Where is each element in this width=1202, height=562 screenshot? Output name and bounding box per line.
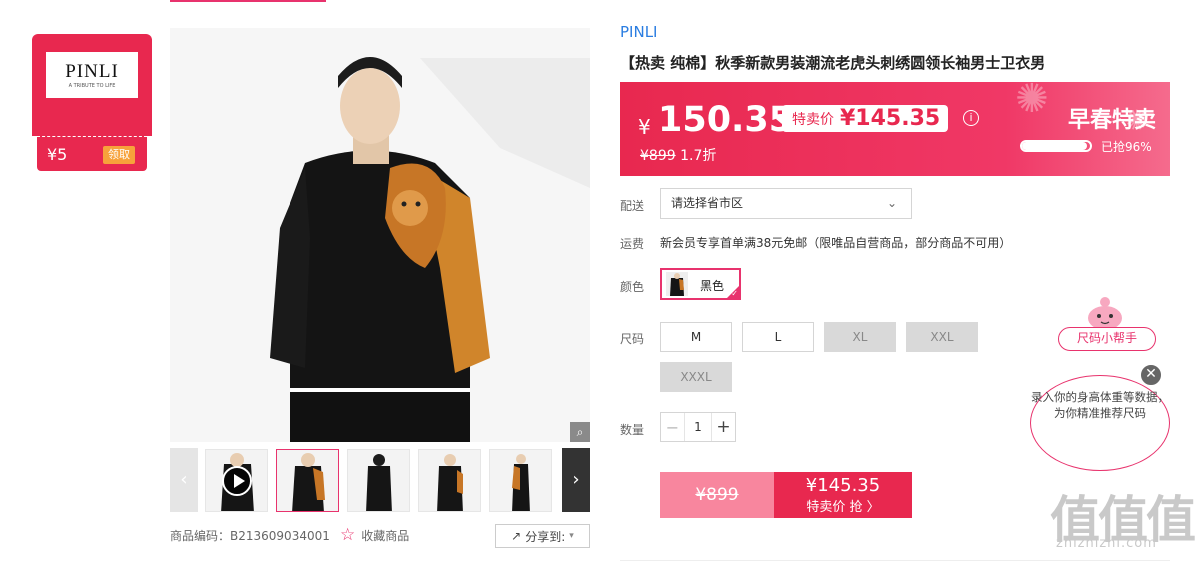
- size-option-l[interactable]: L: [742, 322, 814, 352]
- discount-value: 1.7折: [680, 148, 717, 164]
- quantity-stepper: − 1 +: [660, 412, 736, 442]
- color-option-black[interactable]: 黑色 ✓: [660, 268, 741, 300]
- price-banner: ✺ ✺ ¥ 150.35 特卖价 ¥145.35 i ¥899 1.7折 早春特…: [620, 82, 1170, 176]
- share-button[interactable]: ↗ 分享到: ▾: [495, 524, 590, 548]
- brand-logo-tagline: A TRIBUTE TO LIFE: [68, 83, 116, 89]
- info-icon[interactable]: i: [963, 110, 979, 126]
- product-title: 【热卖 纯棉】秋季新款男装潮流老虎头刺绣圆领长袖男士卫衣男: [620, 54, 1046, 72]
- buy-original-price[interactable]: ¥899: [660, 472, 774, 518]
- top-accent-bar: [170, 0, 326, 2]
- shipping-text: 新会员专享首单满38元免邮（限唯品自营商品，部分商品不可用）: [660, 236, 1012, 250]
- thumbnail-5[interactable]: [489, 449, 552, 512]
- buy-now-button[interactable]: ¥145.35 特卖价 抢 〉: [774, 472, 912, 518]
- shipping-label: 运费: [620, 237, 645, 251]
- region-select-value: 请选择省市区: [671, 196, 744, 210]
- thumbnail-video[interactable]: [205, 449, 268, 512]
- favorite-button[interactable]: ☆ 收藏商品: [340, 525, 409, 545]
- size-option-xxl: XXL: [906, 322, 978, 352]
- chevron-down-icon: ⌄: [886, 196, 897, 210]
- quantity-value[interactable]: 1: [685, 413, 711, 441]
- size-option-m[interactable]: M: [660, 322, 732, 352]
- check-icon: ✓: [731, 289, 738, 298]
- original-price-value: ¥899: [640, 148, 676, 164]
- size-label: 尺码: [620, 332, 645, 346]
- region-select[interactable]: 请选择省市区 ⌄: [660, 188, 912, 219]
- sold-progress-fill: [1022, 142, 1088, 150]
- special-price-value: ¥145.35: [840, 106, 941, 131]
- coupon-value: ¥5: [47, 145, 68, 164]
- zoom-icon[interactable]: ⌕: [570, 422, 590, 442]
- thumbnail-3[interactable]: [347, 449, 410, 512]
- price-current: 150.35: [658, 100, 794, 140]
- star-icon: ☆: [340, 525, 356, 545]
- coupon-claim-button[interactable]: 领取: [103, 146, 135, 164]
- close-icon[interactable]: ✕: [1139, 363, 1163, 387]
- brand-coupon[interactable]: ¥5 领取: [37, 136, 147, 171]
- quantity-decrease-button[interactable]: −: [661, 413, 685, 441]
- delivery-label: 配送: [620, 199, 645, 213]
- model-illustration: [170, 28, 590, 442]
- quantity-label: 数量: [620, 423, 645, 437]
- sold-progress-bar: [1020, 140, 1092, 152]
- size-helper-bubble: 录入你的身高体重等数据，为你精准推荐尺码: [1030, 375, 1170, 471]
- price-currency: ¥: [638, 115, 651, 139]
- brand-link[interactable]: PINLI: [620, 23, 657, 41]
- buy-price: ¥145.35: [805, 475, 881, 496]
- special-price-tag: 特卖价 ¥145.35: [775, 105, 949, 132]
- original-price: ¥899 1.7折: [640, 145, 716, 165]
- sold-text: 已抢96%: [1101, 140, 1152, 154]
- share-label: 分享到:: [525, 529, 566, 544]
- play-icon[interactable]: [222, 466, 252, 496]
- thumb-next-button[interactable]: ›: [562, 448, 590, 512]
- buy-action-label: 特卖价 抢 〉: [806, 500, 880, 515]
- color-option-label: 黑色: [700, 279, 725, 293]
- divider: [620, 560, 1170, 561]
- thumbnail-2[interactable]: [276, 449, 339, 512]
- color-swatch: [666, 272, 688, 296]
- promo-name: 早春特卖: [1068, 108, 1157, 133]
- thumb-prev-button[interactable]: ‹: [170, 448, 198, 512]
- color-label: 颜色: [620, 280, 645, 294]
- size-helper-button[interactable]: 尺码小帮手: [1058, 327, 1156, 351]
- product-main-image[interactable]: ⌕: [170, 28, 590, 442]
- sku-label: 商品编码：: [170, 529, 231, 543]
- chevron-down-icon: ▾: [569, 531, 574, 541]
- watermark-domain: zhizhizhi.com: [1056, 536, 1157, 551]
- sku-code: 商品编码：B213609034001: [170, 527, 330, 544]
- thumbnail-4[interactable]: [418, 449, 481, 512]
- brand-card[interactable]: PINLI A TRIBUTE TO LIFE: [32, 34, 152, 136]
- share-icon: ↗: [511, 529, 522, 543]
- size-option-xl: XL: [824, 322, 896, 352]
- mascot-icon: [1088, 297, 1122, 330]
- favorite-label: 收藏商品: [361, 528, 410, 543]
- size-option-xxxl: XXXL: [660, 362, 732, 392]
- brand-logo: PINLI A TRIBUTE TO LIFE: [46, 52, 138, 98]
- special-price-label: 特卖价: [792, 111, 834, 128]
- firework-icon: ✺: [1015, 82, 1049, 122]
- brand-logo-name: PINLI: [65, 61, 119, 82]
- sku-value: B213609034001: [230, 529, 330, 543]
- quantity-increase-button[interactable]: +: [711, 413, 735, 441]
